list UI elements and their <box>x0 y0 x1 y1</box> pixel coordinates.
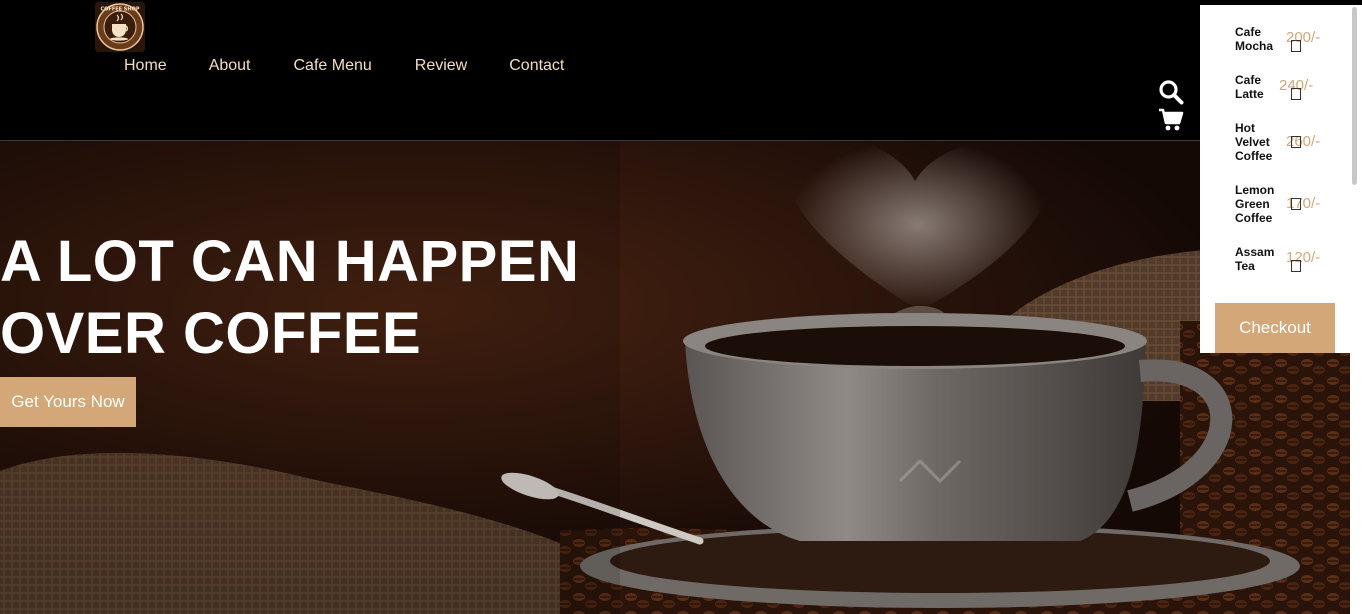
remove-item-icon[interactable] <box>1291 40 1301 52</box>
hero-title-line-2: OVER COFFEE <box>0 301 422 366</box>
cart-scrollbar[interactable] <box>1350 5 1362 614</box>
hero-title: A LOT CAN HAPPEN OVER COFFEE <box>0 226 620 370</box>
get-yours-now-button[interactable]: Get Yours Now <box>0 377 136 427</box>
coffee-shop-logo-icon: COFFEE SHOP <box>95 2 145 52</box>
cart-icon[interactable] <box>1158 108 1184 132</box>
checkout-button[interactable]: Checkout <box>1215 303 1335 353</box>
remove-item-icon[interactable] <box>1291 198 1301 210</box>
logo-text: COFFEE SHOP <box>100 7 139 13</box>
cart-panel: Cafe Mocha 200/- Cafe Latte 240/- Hot Ve… <box>1200 5 1350 353</box>
main-nav: Home About Cafe Menu Review Contact <box>124 56 564 76</box>
remove-item-icon[interactable] <box>1291 136 1301 148</box>
page: COFFEE SHOP Home About Cafe Menu Review … <box>0 0 1362 614</box>
site-header: COFFEE SHOP Home About Cafe Menu Review … <box>0 0 1362 141</box>
nav-about[interactable]: About <box>209 56 251 76</box>
cart-item-name: Cafe Mocha <box>1235 25 1274 53</box>
nav-contact[interactable]: Contact <box>509 56 564 76</box>
hero-title-line-1: A LOT CAN HAPPEN <box>0 229 580 294</box>
cart-item-name: Assam Tea <box>1235 245 1275 273</box>
remove-item-icon[interactable] <box>1291 88 1301 100</box>
cart-item-name: Hot Velvet Coffee <box>1235 121 1273 163</box>
nav-home[interactable]: Home <box>124 56 167 76</box>
hero-section: A LOT CAN HAPPEN OVER COFFEE Get Yours N… <box>0 141 1362 614</box>
cart-item-name: Lemon Green Coffee <box>1235 183 1275 225</box>
nav-cafe-menu[interactable]: Cafe Menu <box>294 56 372 76</box>
search-icon[interactable] <box>1158 79 1184 105</box>
remove-item-icon[interactable] <box>1291 260 1301 272</box>
scrollbar-thumb[interactable] <box>1352 7 1357 185</box>
nav-review[interactable]: Review <box>415 56 467 76</box>
logo[interactable]: COFFEE SHOP <box>95 2 145 52</box>
cart-item-name: Cafe Latte <box>1235 73 1264 101</box>
hero-coffee-image <box>0 141 1362 614</box>
